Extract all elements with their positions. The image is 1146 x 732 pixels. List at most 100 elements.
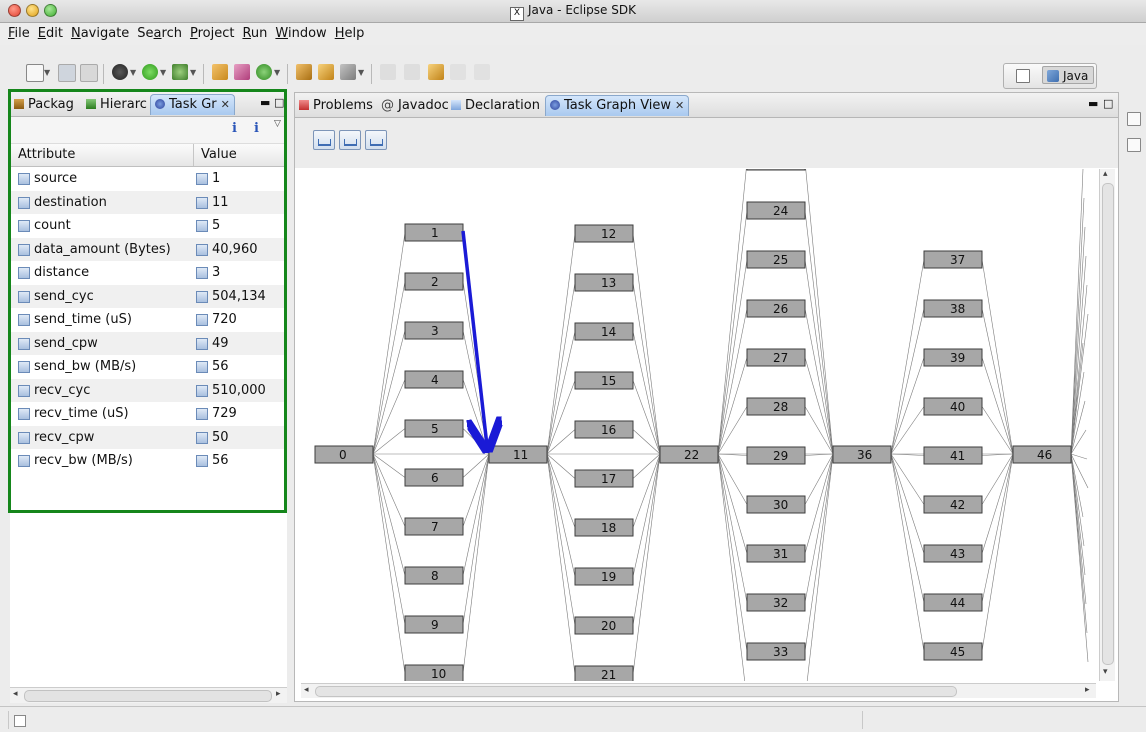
horizontal-scrollbar[interactable]: ◂ ▸ bbox=[10, 687, 287, 703]
chevron-down-icon[interactable]: ▼ bbox=[130, 68, 136, 77]
debug-icon[interactable] bbox=[112, 64, 128, 80]
info-icon[interactable]: i bbox=[232, 121, 237, 136]
print-icon[interactable] bbox=[80, 64, 98, 82]
new-class-icon[interactable] bbox=[256, 64, 272, 80]
forward-icon[interactable] bbox=[474, 64, 490, 80]
layout-button[interactable] bbox=[313, 130, 335, 150]
table-row[interactable]: send_cyc 504,134 bbox=[10, 284, 287, 308]
horizontal-scrollbar[interactable]: ◂ ▸ bbox=[301, 683, 1096, 698]
table-row[interactable]: data_amount (Bytes) 40,960 bbox=[10, 237, 287, 261]
chevron-down-icon[interactable]: ▼ bbox=[274, 68, 280, 77]
info-icon[interactable]: i bbox=[254, 121, 259, 136]
table-row[interactable]: recv_cpw 50 bbox=[10, 425, 287, 449]
open-perspective-icon[interactable] bbox=[1016, 69, 1030, 83]
property-icon bbox=[18, 431, 30, 444]
graph-edge bbox=[546, 453, 576, 479]
table-row[interactable]: destination 11 bbox=[10, 190, 287, 214]
value-column-header[interactable]: Value bbox=[201, 147, 237, 162]
maximize-view-icon[interactable]: □ bbox=[274, 96, 284, 109]
menu-item[interactable]: Window bbox=[275, 23, 326, 41]
table-row[interactable]: source 1 bbox=[10, 167, 287, 191]
chevron-down-icon[interactable]: ▼ bbox=[160, 68, 166, 77]
menu-item[interactable]: File bbox=[8, 23, 30, 41]
save-icon[interactable] bbox=[58, 64, 76, 82]
vertical-scrollbar[interactable]: ▴ ▾ bbox=[1099, 169, 1115, 681]
tab-declaration[interactable]: Declaration bbox=[451, 96, 540, 116]
menu-item[interactable]: Help bbox=[335, 23, 365, 41]
menu-item[interactable]: Search bbox=[137, 23, 182, 41]
table-row[interactable]: distance 3 bbox=[10, 261, 287, 285]
open-type-icon[interactable] bbox=[296, 64, 312, 80]
scrollbar-thumb[interactable] bbox=[24, 690, 272, 702]
fast-view-icon[interactable] bbox=[14, 715, 26, 727]
graph-edge bbox=[805, 169, 834, 455]
menu-item[interactable]: Edit bbox=[38, 23, 63, 41]
run-icon[interactable] bbox=[142, 64, 158, 80]
scroll-down-icon[interactable]: ▾ bbox=[1103, 667, 1108, 677]
table-row[interactable]: count 5 bbox=[10, 214, 287, 238]
chevron-down-icon[interactable]: ▼ bbox=[358, 68, 364, 77]
minimize-view-icon[interactable]: ▬ bbox=[1088, 97, 1098, 110]
tab-task-graph-view[interactable]: Task Graph View ✕ bbox=[545, 95, 690, 116]
open-task-icon[interactable] bbox=[318, 64, 334, 80]
tab-task-graph-properties[interactable]: Task Gr ✕ bbox=[150, 94, 235, 115]
tab-hierarchy[interactable]: Hierarc bbox=[86, 95, 147, 115]
new-icon[interactable] bbox=[26, 64, 44, 82]
new-java-project-icon[interactable] bbox=[212, 64, 228, 80]
task-graph[interactable]: 1234567891001213141516171819202111232425… bbox=[301, 169, 1096, 681]
task-node-label: 21 bbox=[601, 668, 616, 681]
restore-icon[interactable] bbox=[1127, 112, 1141, 126]
previous-annotation-icon[interactable] bbox=[404, 64, 420, 80]
graph-edge bbox=[804, 453, 834, 652]
scroll-left-icon[interactable]: ◂ bbox=[304, 685, 309, 695]
tab-problems[interactable]: Problems bbox=[299, 96, 373, 116]
menu-item[interactable]: Navigate bbox=[71, 23, 129, 41]
value-cell: 5 bbox=[212, 218, 221, 233]
graph-edge bbox=[717, 259, 748, 455]
next-annotation-icon[interactable] bbox=[380, 64, 396, 80]
scroll-up-icon[interactable]: ▴ bbox=[1103, 169, 1108, 179]
search-icon[interactable] bbox=[340, 64, 356, 80]
task-node-label: 43 bbox=[950, 547, 965, 561]
back-icon[interactable] bbox=[450, 64, 466, 80]
table-row[interactable]: send_bw (MB/s) 56 bbox=[10, 355, 287, 379]
edit-icon[interactable] bbox=[1127, 138, 1141, 152]
scrollbar-thumb[interactable] bbox=[1102, 183, 1114, 665]
task-node[interactable] bbox=[746, 169, 806, 171]
export-button[interactable] bbox=[365, 130, 387, 150]
menu-item[interactable]: Run bbox=[242, 23, 267, 41]
view-menu-icon[interactable]: ▽ bbox=[274, 119, 281, 129]
table-row[interactable]: recv_time (uS) 729 bbox=[10, 402, 287, 426]
layout-alt-button[interactable] bbox=[339, 130, 361, 150]
scroll-left-icon[interactable]: ◂ bbox=[13, 689, 18, 699]
table-row[interactable]: send_cpw 49 bbox=[10, 331, 287, 355]
last-edit-location-icon[interactable] bbox=[428, 64, 444, 80]
table-row[interactable]: recv_cyc 510,000 bbox=[10, 378, 287, 402]
minimize-view-icon[interactable]: ▬ bbox=[260, 96, 270, 109]
java-perspective-button[interactable]: Java bbox=[1042, 66, 1094, 84]
graph-edge bbox=[632, 453, 661, 479]
external-tools-icon[interactable] bbox=[172, 64, 188, 80]
close-icon[interactable]: ✕ bbox=[675, 99, 684, 112]
table-row[interactable]: send_time (uS) 720 bbox=[10, 308, 287, 332]
task-node-label: 28 bbox=[773, 400, 788, 414]
chevron-down-icon[interactable]: ▼ bbox=[44, 68, 50, 77]
column-divider[interactable] bbox=[193, 144, 194, 166]
scroll-right-icon[interactable]: ▸ bbox=[1085, 685, 1090, 695]
value-cell: 49 bbox=[212, 335, 229, 351]
maximize-view-icon[interactable]: □ bbox=[1103, 97, 1113, 110]
graph-edge bbox=[804, 453, 834, 603]
scrollbar-thumb[interactable] bbox=[315, 686, 957, 697]
table-row[interactable]: recv_bw (MB/s) 56 bbox=[10, 449, 287, 473]
scroll-right-icon[interactable]: ▸ bbox=[276, 689, 281, 699]
graph-edge bbox=[890, 453, 925, 554]
menu-item[interactable]: Project bbox=[190, 23, 235, 41]
task-graph-canvas[interactable]: 1234567891001213141516171819202111232425… bbox=[301, 169, 1096, 681]
chevron-down-icon[interactable]: ▼ bbox=[190, 68, 196, 77]
tab-package-explorer[interactable]: Packag bbox=[14, 95, 74, 115]
close-icon[interactable]: ✕ bbox=[221, 98, 230, 111]
attribute-column-header[interactable]: Attribute bbox=[18, 147, 75, 162]
property-icon bbox=[196, 408, 208, 420]
tab-javadoc[interactable]: @ Javadoc bbox=[381, 96, 449, 116]
new-package-icon[interactable] bbox=[234, 64, 250, 80]
